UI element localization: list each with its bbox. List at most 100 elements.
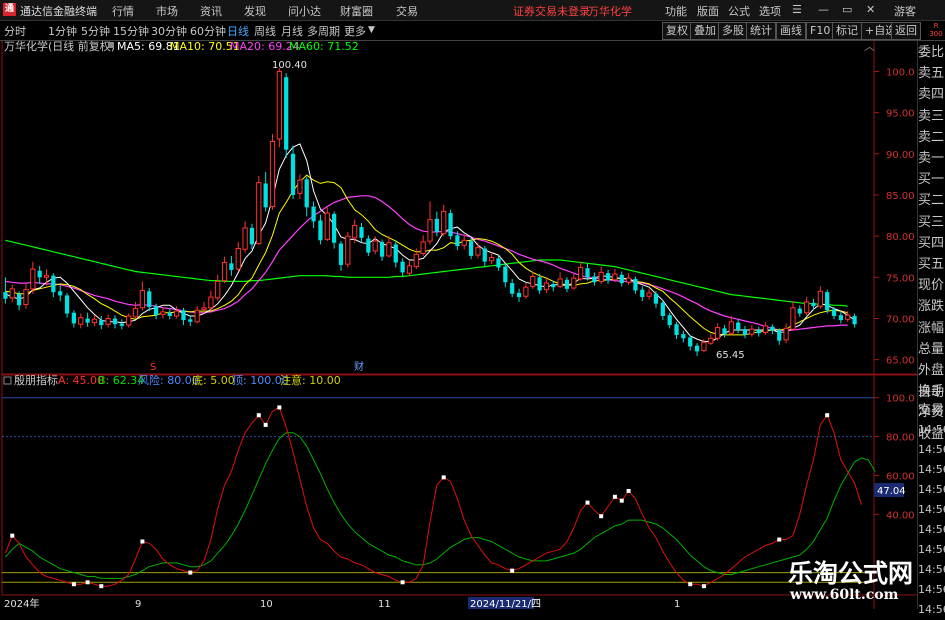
quote-label[interactable]: 买五 [918, 254, 945, 275]
kline-chart[interactable]: 100.0 95.00 90.00 85.00 80.00 75.00 70.00 65.00… [0, 0, 945, 609]
candle-body-up [91, 318, 98, 324]
quote-label[interactable]: 卖五 [918, 63, 945, 84]
quote-label[interactable]: 卖二 [918, 127, 945, 148]
candle-body-down [777, 330, 782, 341]
tick-time-label: 14:56 [918, 423, 945, 436]
candle-body-up [420, 241, 426, 254]
candle-body-up [701, 341, 707, 352]
candle-body-up [413, 253, 419, 268]
candle-body-up [427, 219, 433, 242]
indicator-risk-label: 风险: 80.00 [138, 373, 199, 387]
candle-body-up [612, 273, 618, 281]
candle-body-up [571, 277, 577, 289]
event-marker-s[interactable]: S [150, 362, 156, 373]
candle-body-down [619, 274, 624, 284]
candle-body-up [749, 328, 755, 335]
crosshair-date: 2024/11/21/四 [470, 599, 541, 609]
quote-label[interactable]: 委比 [918, 42, 945, 63]
candle-body-up [194, 309, 200, 323]
event-marker-finance[interactable]: 财 [354, 360, 364, 373]
ma60-label: MA60: 71.52 [289, 40, 359, 53]
candles [3, 68, 857, 356]
candle-body-up [139, 289, 146, 309]
candle-body-down [756, 330, 761, 334]
quote-label[interactable]: 总量 [918, 339, 945, 360]
quote-label[interactable]: 现价 [918, 275, 945, 296]
quote-label[interactable]: 买三 [918, 212, 945, 233]
candle-body-down [633, 278, 638, 291]
candle-body-down [640, 289, 645, 298]
candle-body-up [30, 268, 36, 290]
collapse-chevron-up-icon[interactable]: ︿ [864, 40, 875, 53]
candle-body-down [332, 213, 337, 243]
candle-body-down [455, 235, 460, 247]
candle-body-down [338, 243, 344, 265]
indicator-marker [585, 500, 590, 505]
indicator-marker [619, 498, 624, 503]
candle-body-down [516, 292, 522, 298]
tick-time-label: 14:56 [918, 543, 945, 556]
candle-body-down [722, 328, 727, 335]
candle-body-down [551, 283, 556, 288]
candle-body-down [366, 238, 371, 253]
candle-body-down [585, 268, 590, 278]
candle-body-up [235, 247, 241, 270]
quote-label[interactable]: 买一 [918, 169, 945, 190]
candle-body-down [3, 292, 8, 299]
candle-body-down [736, 322, 741, 331]
watermark-title: 乐淘公式网 [788, 559, 914, 588]
indicator-name[interactable]: 殷朋指标 [14, 373, 58, 387]
ma20-line [5, 195, 848, 332]
candle-body-up [78, 317, 84, 325]
quote-label[interactable]: 卖三 [918, 106, 945, 127]
indicator-marker [140, 539, 145, 544]
indicator-tick-label: 60.00 [886, 471, 915, 482]
candle-body-down [537, 277, 542, 291]
side-corner-label: R 300 [929, 22, 943, 38]
candle-body-down [496, 258, 501, 268]
quote-label[interactable]: 外盘 [918, 360, 945, 381]
quote-label[interactable]: 涨幅 [918, 318, 945, 339]
candle-body-down [503, 266, 508, 283]
candle-body-up [625, 277, 632, 283]
price-tick-label: 90.00 [886, 150, 915, 161]
candle-body-down [797, 308, 802, 314]
quote-label[interactable]: 卖一 [918, 148, 945, 169]
candle-body-up [215, 280, 221, 299]
tick-time-label: 14:56 [918, 583, 945, 596]
candle-body-down [393, 244, 398, 263]
candle-body-down [153, 306, 159, 316]
candle-body-up [23, 289, 29, 305]
candle-body-down [318, 220, 323, 241]
quote-label[interactable]: 买四 [918, 233, 945, 254]
candle-body-down [304, 179, 309, 208]
candle-body-down [16, 293, 22, 306]
candle-body-up [345, 235, 351, 265]
candle-body-down [51, 275, 56, 293]
candle-body-up [790, 307, 796, 330]
price-tick-label: 65.00 [886, 356, 915, 367]
candle-body-up [386, 242, 392, 257]
quote-label[interactable]: 涨跌 [918, 296, 945, 317]
candle-body-up [372, 240, 378, 252]
watermark-url: www.60lt.com [790, 587, 899, 603]
chart-title: 万华化学(日线 前复权) [4, 39, 115, 53]
quote-label[interactable]: 卖四 [918, 84, 945, 105]
indicator-settings-icon[interactable] [3, 376, 12, 385]
candle-body-down [852, 316, 857, 325]
indicator-a-line [4, 406, 862, 587]
indicator-marker [825, 413, 830, 418]
candle-body-down [85, 318, 90, 323]
price-tick-label: 100.0 [886, 67, 915, 78]
indicator-marker [510, 568, 515, 573]
candle-body-down [147, 291, 152, 307]
candle-body-up [783, 327, 789, 341]
xaxis-label-9: 9 [135, 599, 141, 609]
candle-body-down [249, 227, 255, 245]
indicator-b-line [5, 432, 876, 579]
candle-body-up [728, 321, 734, 334]
quote-label[interactable]: 买二 [918, 190, 945, 211]
candle-body-up [324, 212, 330, 240]
indicator-marker [71, 582, 76, 587]
candle-body-up [475, 247, 481, 256]
